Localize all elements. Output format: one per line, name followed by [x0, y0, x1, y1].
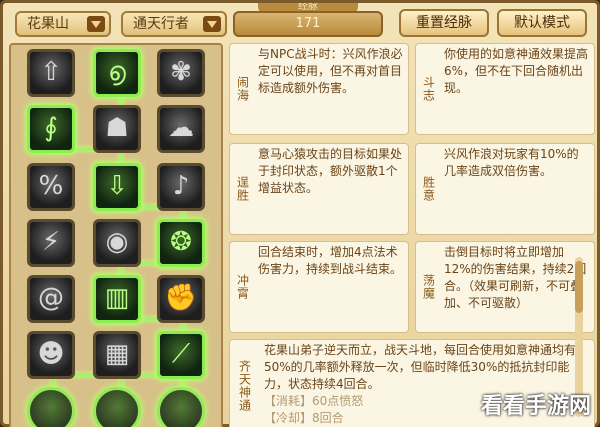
skill-card-shengyi[interactable]: 胜意 兴风作浪对玩家有10%的几率造成双倍伤害。 [415, 143, 595, 235]
skill-description: 击倒目标时将立即增加12%的伤害结果，持续2回合。（效果可刷新，不可叠加、不可驱… [444, 245, 587, 310]
claw-slash-icon[interactable]: ⚡ [27, 219, 75, 267]
skill-name: 斗志 [421, 76, 436, 102]
eye-icon[interactable]: ◉ [93, 219, 141, 267]
vortex-icon[interactable]: ❂ [157, 219, 205, 267]
skill-name: 闹海 [235, 76, 250, 102]
ultimate-skill-name: 齐天神通 [237, 359, 252, 412]
locked-node-icon[interactable] [157, 387, 205, 427]
spiral-icon[interactable]: @ [27, 275, 75, 323]
cloud-swirl-icon[interactable]: ☁ [157, 105, 205, 153]
percent-burst-icon[interactable]: % [27, 163, 75, 211]
downward-strike-icon[interactable]: ⇩ [93, 163, 141, 211]
skill-name: 荡魔 [421, 274, 436, 300]
chevron-down-icon [203, 16, 221, 32]
skill-description: 与NPC战斗时：兴风作浪必定可以使用，但不再对首目标造成额外伤害。 [258, 47, 403, 95]
skill-card-douzhi[interactable]: 斗志 你使用的如意神通效果提高6%，但不在下回合随机出现。 [415, 43, 595, 135]
ultimate-desc-text: 花果山弟子逆天而立，战天斗地，每回合使用如意神通均有50%的几率额外释放一次，但… [264, 343, 577, 391]
level-display: 171 [233, 11, 383, 37]
arrow-up-icon[interactable]: ⇧ [27, 49, 75, 97]
cage-icon[interactable]: ▦ [93, 331, 141, 379]
skill-tree: ⇧ ൭ ✾ ∮ ☗ ☁% ⇩ ♪ ⚡ ◉ ❂ @ ▥ ✊ ☻ ▦ ⟋ [9, 43, 223, 427]
default-mode-button[interactable]: 默认模式 [497, 9, 587, 37]
tornado-fist-icon[interactable]: ∮ [27, 105, 75, 153]
skill-card-dangmo[interactable]: 荡魔 击倒目标时将立即增加12%的伤害结果，持续2回合。（效果可刷新，不可叠加、… [415, 241, 595, 333]
skill-card-naohai[interactable]: 闹海 与NPC战斗时：兴风作浪必定可以使用，但不再对首目标造成额外伤害。 [229, 43, 409, 135]
skill-description: 回合结束时，增加4点法术伤害力，持续到战斗结束。 [258, 245, 403, 276]
locked-node-icon[interactable] [93, 387, 141, 427]
path-dropdown-value: 通天行者 [133, 16, 189, 32]
pillar-icon[interactable]: ▥ [93, 275, 141, 323]
scrollbar-thumb[interactable] [575, 261, 583, 313]
skill-name: 胜意 [421, 176, 436, 202]
swirl-wave-icon[interactable]: ൭ [93, 49, 141, 97]
mask-icon[interactable]: ☻ [27, 331, 75, 379]
fist-icon[interactable]: ✊ [157, 275, 205, 323]
skill-description: 兴风作浪对玩家有10%的几率造成双倍伤害。 [444, 147, 579, 178]
skill-name: 逞胜 [235, 176, 250, 202]
watermark-text: 看看手游网 [480, 394, 591, 419]
path-dropdown[interactable]: 通天行者 [121, 11, 227, 37]
reset-meridian-button[interactable]: 重置经脉 [399, 9, 489, 37]
chevron-down-icon [87, 16, 105, 32]
skill-card-chengsheng[interactable]: 逞胜 意马心猿攻击的目标如果处于封印状态，额外驱散1个增益状态。 [229, 143, 409, 235]
music-note-icon[interactable]: ♪ [157, 163, 205, 211]
locked-node-icon[interactable] [27, 387, 75, 427]
skill-description: 意马心猿攻击的目标如果处于封印状态，额外驱散1个增益状态。 [258, 147, 403, 195]
skill-name: 冲霄 [235, 274, 250, 300]
sect-dropdown[interactable]: 花果山 [15, 11, 111, 37]
skill-card-chongxiao[interactable]: 冲霄 回合结束时，增加4点法术伤害力，持续到战斗结束。 [229, 241, 409, 333]
skill-description: 你使用的如意神通效果提高6%，但不在下回合随机出现。 [444, 47, 589, 95]
monkey-icon[interactable]: ✾ [157, 49, 205, 97]
shield-face-icon[interactable]: ☗ [93, 105, 141, 153]
staff-strike-icon[interactable]: ⟋ [157, 331, 205, 379]
sect-dropdown-value: 花果山 [27, 16, 69, 32]
skill-panel: 花果山 通天行者 经脉 171 重置经脉 默认模式 ⇧ ൭ ✾ ∮ ☗ ☁% ⇩ ♪ ⚡ ◉ ❂ @ ▥… [0, 0, 600, 427]
